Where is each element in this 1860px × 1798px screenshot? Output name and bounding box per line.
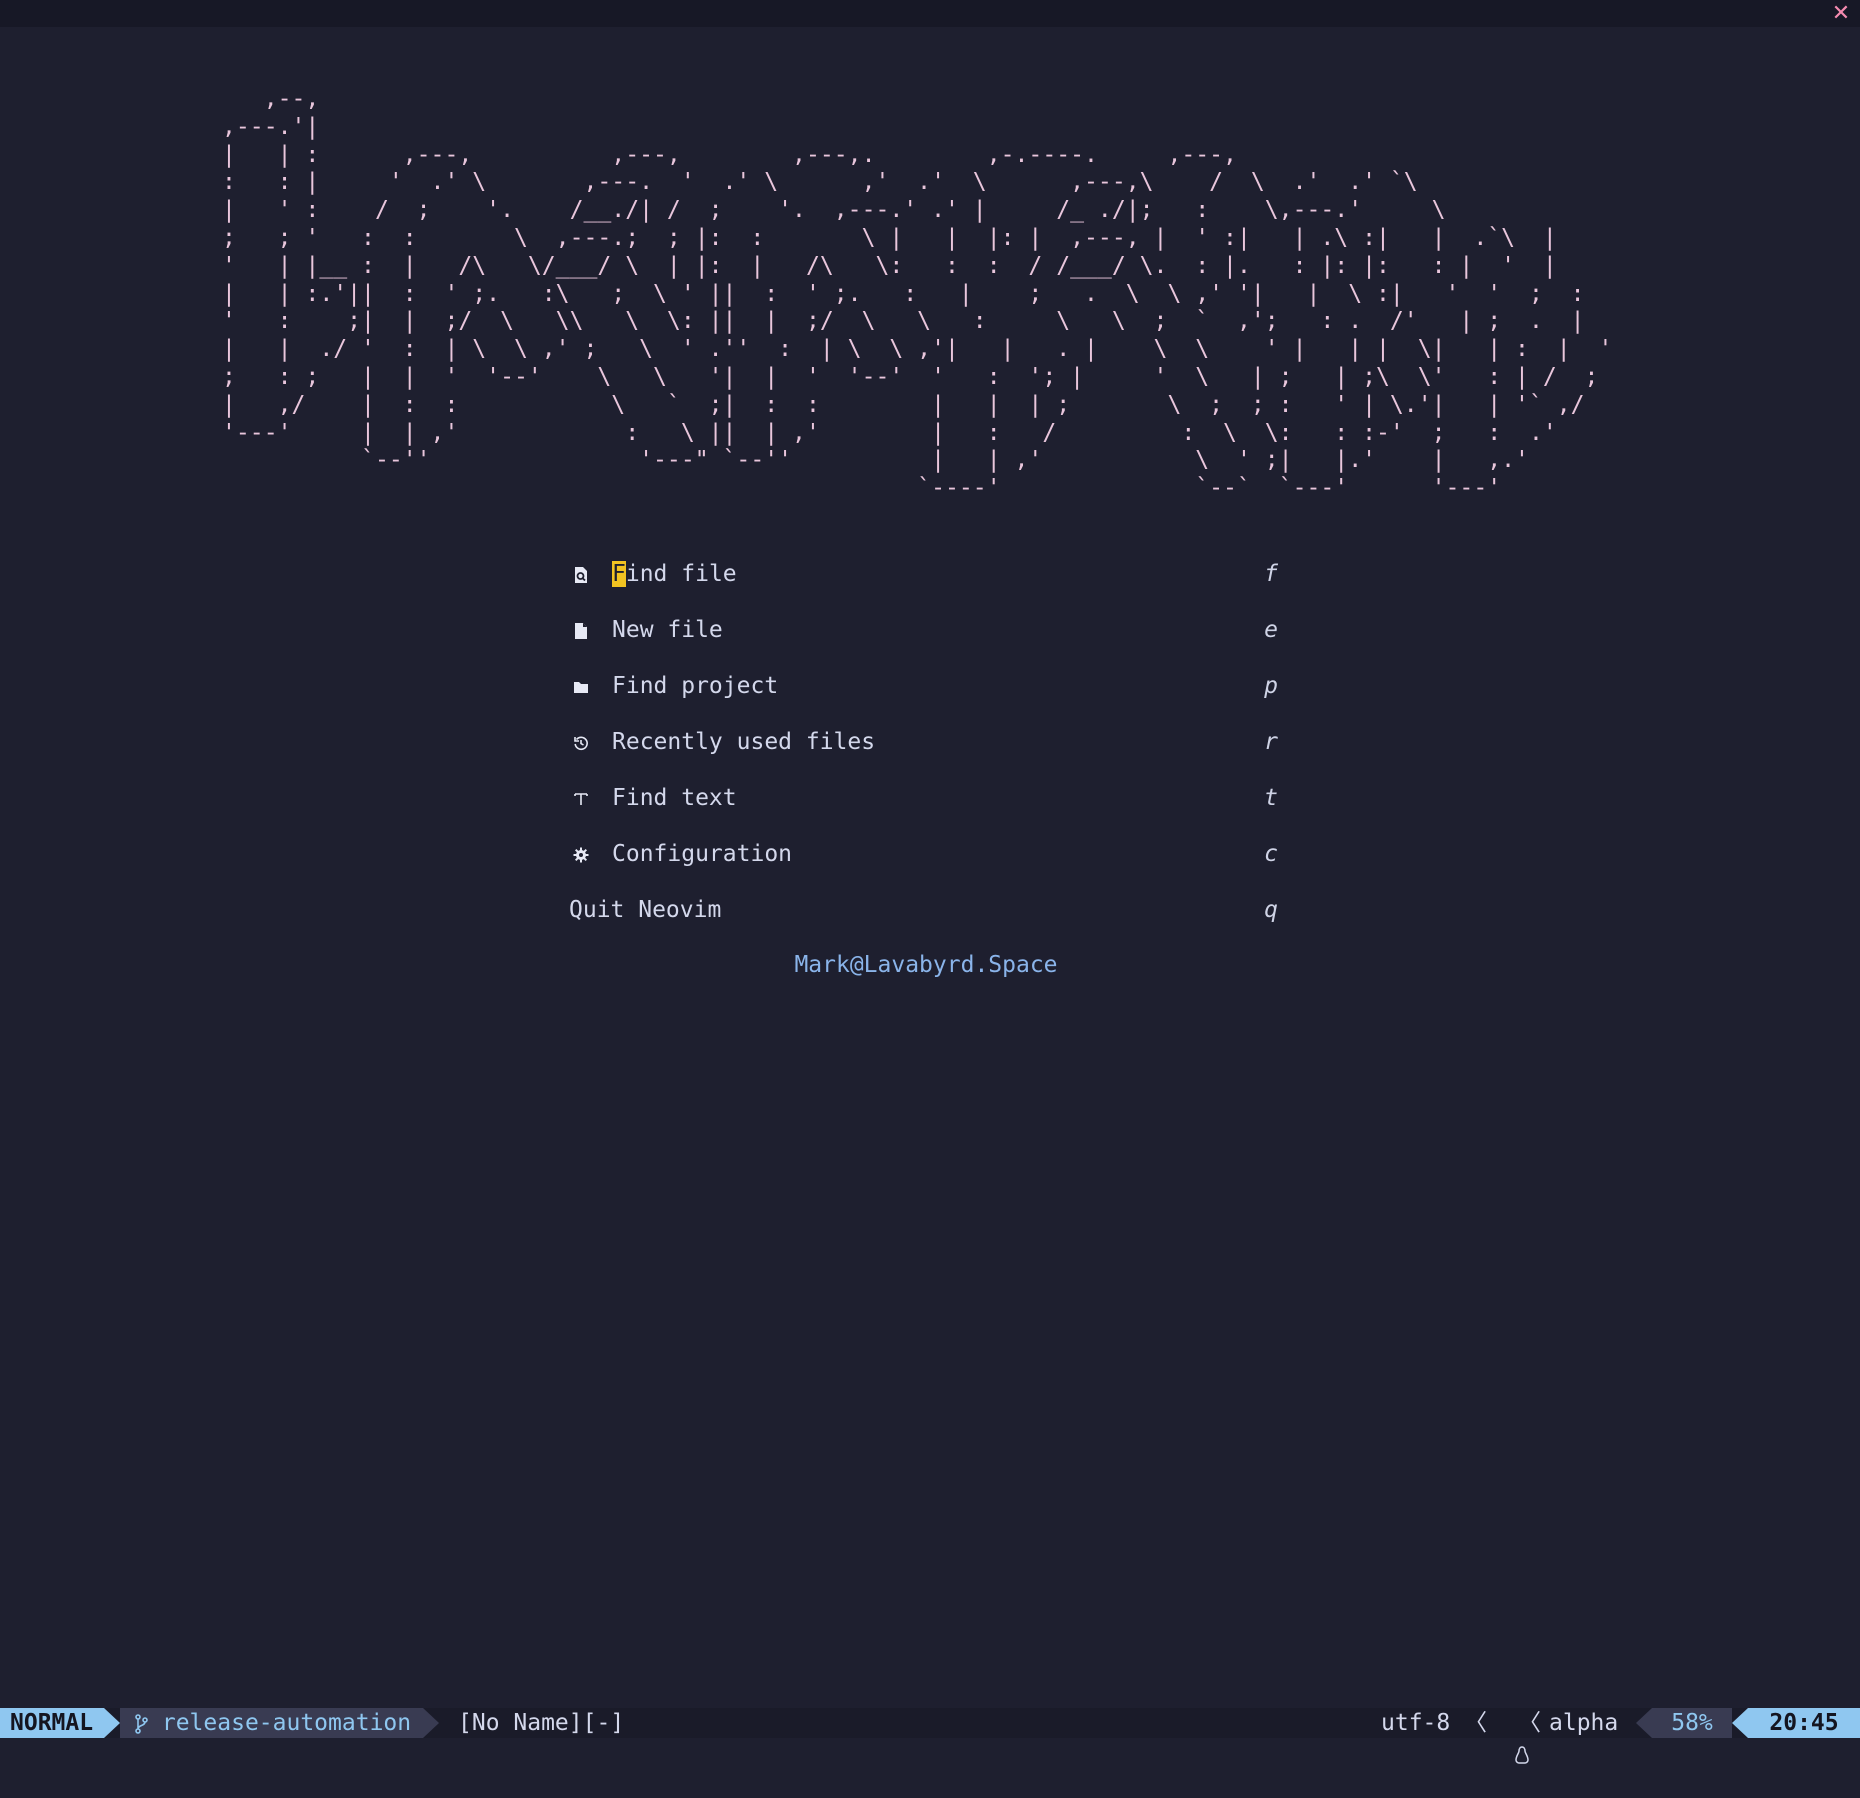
menu-item-find-text[interactable]: Find text t bbox=[569, 770, 1283, 826]
shortcut-key: f bbox=[1264, 561, 1278, 587]
menu-item-find-project[interactable]: Find project p bbox=[569, 658, 1283, 714]
shortcut-key: c bbox=[1264, 841, 1278, 867]
dashboard-menu: Find file f New file e Find project p Re… bbox=[569, 546, 1283, 938]
thin-separator: 〈 bbox=[1464, 1710, 1487, 1736]
gear-icon bbox=[569, 826, 593, 882]
powerline-separator bbox=[1636, 1708, 1652, 1738]
history-icon bbox=[569, 714, 593, 770]
buffer-filename: [No Name][-] bbox=[458, 1710, 625, 1736]
powerline-separator bbox=[1732, 1708, 1748, 1738]
menu-item-find-file[interactable]: Find file f bbox=[569, 546, 1283, 602]
git-branch-segment: release-automation bbox=[120, 1708, 423, 1738]
menu-item-quit[interactable]: Quit Neovim q bbox=[569, 882, 1283, 938]
menu-item-label: Find project bbox=[612, 673, 779, 699]
menu-item-configuration[interactable]: Configuration c bbox=[569, 826, 1283, 882]
menu-item-label: New file bbox=[612, 617, 723, 643]
menu-item-label: Quit Neovim bbox=[569, 897, 722, 923]
menu-item-label: Configuration bbox=[612, 841, 793, 867]
clock: 20:45 bbox=[1748, 1708, 1860, 1738]
file-type: alpha bbox=[1549, 1710, 1619, 1736]
window-title-bar: ✕ bbox=[0, 0, 1860, 27]
ascii-art-banner: ,--, ,---.'| | | : ,---, ,---, ,---,. ,-… bbox=[222, 86, 1613, 502]
thin-separator: 〈 bbox=[1518, 1710, 1541, 1736]
powerline-separator bbox=[104, 1708, 120, 1738]
scroll-percent: 58% bbox=[1652, 1708, 1732, 1738]
shortcut-key: q bbox=[1264, 897, 1278, 923]
git-branch-name: release-automation bbox=[161, 1710, 412, 1736]
powerline-separator bbox=[423, 1708, 439, 1738]
close-button[interactable]: ✕ bbox=[1830, 0, 1852, 27]
shortcut-key: p bbox=[1264, 673, 1278, 699]
shortcut-key: e bbox=[1264, 617, 1278, 643]
find-file-icon bbox=[569, 546, 593, 602]
status-line: NORMAL release-automation [No Name][-] u… bbox=[0, 1708, 1860, 1764]
text-cursor: F bbox=[612, 561, 626, 587]
menu-item-recent-files[interactable]: Recently used files r bbox=[569, 714, 1283, 770]
close-icon: ✕ bbox=[1831, 1, 1851, 26]
folder-icon bbox=[569, 658, 593, 714]
menu-item-label: Find text bbox=[612, 785, 737, 811]
menu-item-label: Recently used files bbox=[612, 729, 876, 755]
git-branch-icon bbox=[135, 1713, 148, 1734]
footer-text: Mark@Lavabyrd.Space bbox=[794, 952, 1058, 978]
menu-item-new-file[interactable]: New file e bbox=[569, 602, 1283, 658]
new-file-icon bbox=[569, 602, 593, 658]
text-icon bbox=[569, 770, 593, 826]
file-encoding: utf-8 bbox=[1381, 1710, 1451, 1736]
mode-indicator: NORMAL bbox=[0, 1708, 104, 1738]
shortcut-key: t bbox=[1264, 785, 1278, 811]
menu-item-label: Find file bbox=[612, 561, 737, 587]
shortcut-key: r bbox=[1264, 729, 1278, 755]
